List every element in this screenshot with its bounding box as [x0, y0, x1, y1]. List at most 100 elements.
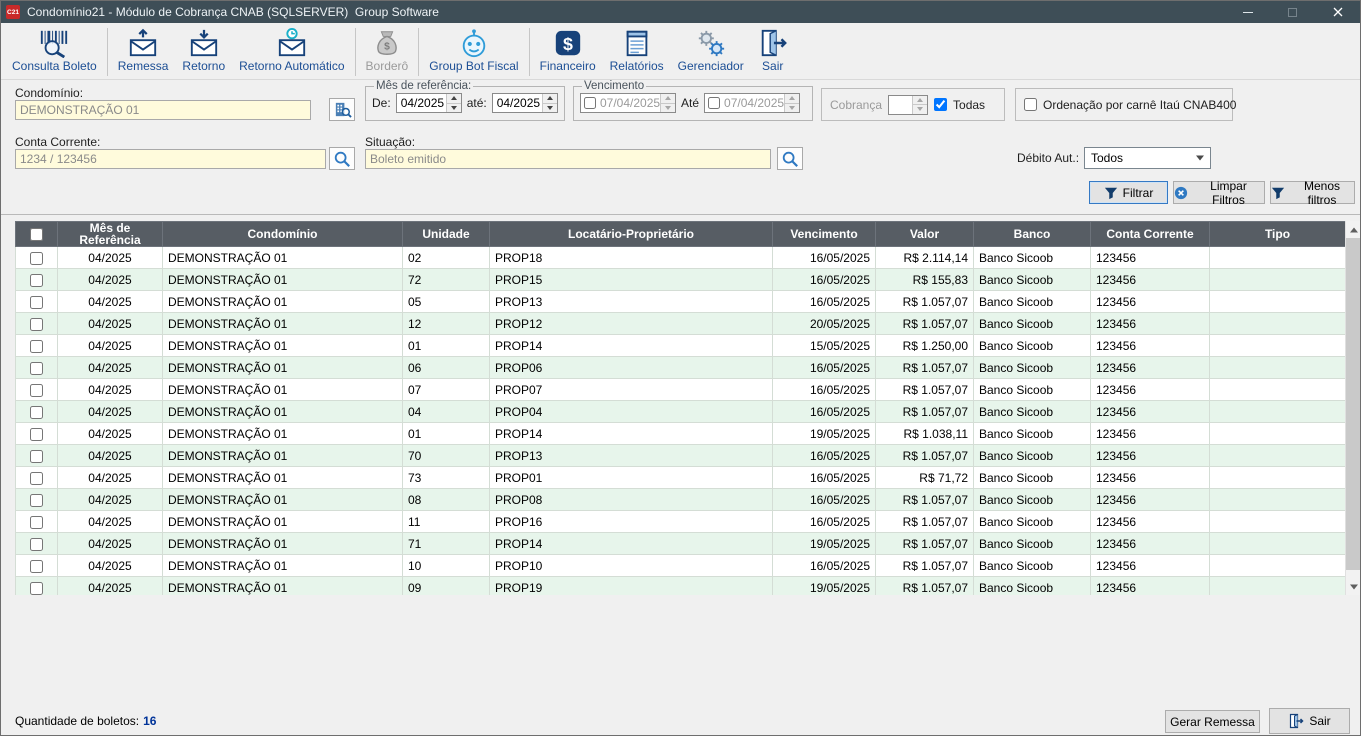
cell-locatario: PROP13	[490, 291, 773, 313]
cell-conta-corrente: 123456	[1091, 357, 1210, 379]
spin-down-button[interactable]	[661, 103, 675, 113]
row-checkbox[interactable]	[30, 560, 43, 573]
cell-unidade: 12	[403, 313, 490, 335]
row-checkbox[interactable]	[30, 472, 43, 485]
table-row[interactable]: 04/2025 DEMONSTRAÇÃO 01 08 PROP08 16/05/…	[16, 489, 1346, 511]
cell-vencimento: 16/05/2025	[773, 555, 876, 577]
row-checkbox[interactable]	[30, 340, 43, 353]
table-row[interactable]: 04/2025 DEMONSTRAÇÃO 01 02 PROP18 16/05/…	[16, 247, 1346, 269]
table-row[interactable]: 04/2025 DEMONSTRAÇÃO 01 70 PROP13 16/05/…	[16, 445, 1346, 467]
toolbar-consulta-boleto[interactable]: Consulta Boleto	[5, 25, 104, 79]
spin-up-button[interactable]	[543, 94, 557, 103]
table-row[interactable]: 04/2025 DEMONSTRAÇÃO 01 01 PROP14 19/05/…	[16, 423, 1346, 445]
clear-circle-icon	[1174, 186, 1188, 200]
scrollbar-thumb[interactable]	[1346, 238, 1361, 570]
table-row[interactable]: 04/2025 DEMONSTRAÇÃO 01 71 PROP14 19/05/…	[16, 533, 1346, 555]
spin-down-button[interactable]	[785, 103, 799, 113]
menos-filtros-button[interactable]: Menos filtros	[1270, 181, 1355, 204]
vencimento-de-field[interactable]: 07/04/2025	[580, 93, 676, 113]
situacao-lookup-button[interactable]	[777, 147, 803, 170]
cell-conta-corrente: 123456	[1091, 379, 1210, 401]
vencimento-ate-field[interactable]: 07/04/2025	[704, 93, 800, 113]
situacao-input[interactable]	[365, 149, 771, 169]
toolbar-relatorios[interactable]: Relatórios	[603, 25, 671, 79]
scroll-up-button[interactable]	[1346, 221, 1361, 238]
cell-conta-corrente: 123456	[1091, 423, 1210, 445]
col-header-condominio[interactable]: Condomínio	[163, 222, 403, 247]
spin-down-button[interactable]	[447, 103, 461, 113]
table-row[interactable]: 04/2025 DEMONSTRAÇÃO 01 05 PROP13 16/05/…	[16, 291, 1346, 313]
row-checkbox[interactable]	[30, 274, 43, 287]
ordenacao-checkbox[interactable]	[1024, 98, 1037, 111]
row-checkbox[interactable]	[30, 494, 43, 507]
col-header-conta-corrente[interactable]: Conta Corrente	[1091, 222, 1210, 247]
toolbar-sair[interactable]: Sair	[751, 25, 795, 79]
gerar-remessa-button[interactable]: Gerar Remessa	[1165, 710, 1260, 733]
toolbar-remessa[interactable]: Remessa	[111, 25, 176, 79]
toolbar-retorno[interactable]: Retorno	[175, 25, 232, 79]
select-all-checkbox[interactable]	[30, 228, 43, 241]
filtrar-button[interactable]: Filtrar	[1089, 181, 1168, 204]
toolbar-group-bot-fiscal[interactable]: Group Bot Fiscal	[422, 25, 525, 79]
row-checkbox[interactable]	[30, 582, 43, 595]
condominio-lookup-button[interactable]	[329, 98, 355, 121]
row-checkbox[interactable]	[30, 384, 43, 397]
row-checkbox[interactable]	[30, 428, 43, 441]
row-checkbox[interactable]	[30, 296, 43, 309]
minimize-button[interactable]	[1225, 1, 1270, 23]
table-row[interactable]: 04/2025 DEMONSTRAÇÃO 01 72 PROP15 16/05/…	[16, 269, 1346, 291]
row-checkbox[interactable]	[30, 538, 43, 551]
col-header-vencimento[interactable]: Vencimento	[773, 222, 876, 247]
row-checkbox[interactable]	[30, 406, 43, 419]
spin-down-button[interactable]	[543, 103, 557, 113]
col-header-banco[interactable]: Banco	[974, 222, 1091, 247]
filter-panel: Condomínio: Mês de referência: De: 04/20…	[1, 80, 1360, 215]
scroll-down-button[interactable]	[1346, 578, 1361, 595]
table-row[interactable]: 04/2025 DEMONSTRAÇÃO 01 09 PROP19 19/05/…	[16, 577, 1346, 596]
col-header-unidade[interactable]: Unidade	[403, 222, 490, 247]
col-header-tipo[interactable]: Tipo	[1210, 222, 1346, 247]
close-button[interactable]	[1315, 1, 1360, 23]
condominio-input[interactable]	[15, 100, 311, 120]
sair-button[interactable]: Sair	[1269, 708, 1350, 734]
row-checkbox[interactable]	[30, 516, 43, 529]
table-row[interactable]: 04/2025 DEMONSTRAÇÃO 01 07 PROP07 16/05/…	[16, 379, 1346, 401]
mes-ate-spinner[interactable]: 04/2025	[492, 93, 558, 113]
spin-up-button[interactable]	[785, 94, 799, 103]
cell-condominio: DEMONSTRAÇÃO 01	[163, 335, 403, 357]
toolbar-retorno-automatico[interactable]: Retorno Automático	[232, 25, 351, 79]
limpar-filtros-button[interactable]: Limpar Filtros	[1173, 181, 1265, 204]
toolbar-financeiro[interactable]: $ Financeiro	[533, 25, 603, 79]
col-header-valor[interactable]: Valor	[876, 222, 974, 247]
vencimento-de-checkbox[interactable]	[584, 97, 596, 109]
mes-de-spinner[interactable]: 04/2025	[396, 93, 462, 113]
cell-vencimento: 16/05/2025	[773, 291, 876, 313]
row-checkbox[interactable]	[30, 252, 43, 265]
vencimento-ate-checkbox[interactable]	[708, 97, 720, 109]
cell-locatario: PROP04	[490, 401, 773, 423]
col-header-mes-referencia[interactable]: Mês de Referência	[58, 222, 163, 247]
title-bar[interactable]: C21 Condomínio21 - Módulo de Cobrança CN…	[1, 1, 1360, 23]
spin-up-button[interactable]	[447, 94, 461, 103]
cell-banco: Banco Sicoob	[974, 511, 1091, 533]
todas-checkbox[interactable]	[934, 98, 947, 111]
col-header-locatario[interactable]: Locatário-Proprietário	[490, 222, 773, 247]
table-row[interactable]: 04/2025 DEMONSTRAÇÃO 01 06 PROP06 16/05/…	[16, 357, 1346, 379]
table-row[interactable]: 04/2025 DEMONSTRAÇÃO 01 73 PROP01 16/05/…	[16, 467, 1346, 489]
table-row[interactable]: 04/2025 DEMONSTRAÇÃO 01 11 PROP16 16/05/…	[16, 511, 1346, 533]
conta-corrente-input[interactable]	[15, 149, 326, 169]
debito-aut-select[interactable]: Todos	[1084, 147, 1211, 169]
toolbar-label: Relatórios	[610, 59, 664, 73]
table-row[interactable]: 04/2025 DEMONSTRAÇÃO 01 12 PROP12 20/05/…	[16, 313, 1346, 335]
vertical-scrollbar[interactable]	[1345, 221, 1361, 595]
table-row[interactable]: 04/2025 DEMONSTRAÇÃO 01 10 PROP10 16/05/…	[16, 555, 1346, 577]
table-row[interactable]: 04/2025 DEMONSTRAÇÃO 01 04 PROP04 16/05/…	[16, 401, 1346, 423]
conta-corrente-lookup-button[interactable]	[329, 147, 355, 170]
spin-up-button[interactable]	[661, 94, 675, 103]
spinner-buttons	[784, 94, 799, 112]
toolbar-gerenciador[interactable]: Gerenciador	[671, 25, 751, 79]
row-checkbox[interactable]	[30, 450, 43, 463]
table-row[interactable]: 04/2025 DEMONSTRAÇÃO 01 01 PROP14 15/05/…	[16, 335, 1346, 357]
row-checkbox[interactable]	[30, 362, 43, 375]
row-checkbox[interactable]	[30, 318, 43, 331]
